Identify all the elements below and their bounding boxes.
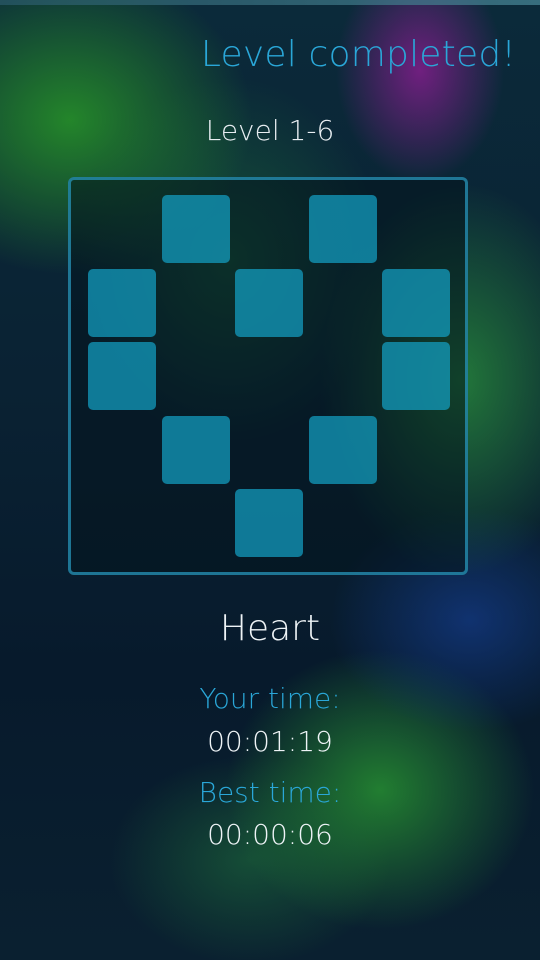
level-completed-title: Level completed! — [200, 34, 516, 75]
best-time-value: 00:00:06 — [207, 818, 333, 851]
your-time-value: 00:01:19 — [207, 725, 333, 758]
puzzle-tile — [88, 342, 156, 410]
puzzle-tile — [88, 268, 156, 337]
best-time-label: Best time: — [198, 776, 342, 809]
top-status-strip — [0, 0, 540, 5]
puzzle-board — [68, 177, 468, 575]
puzzle-tile — [161, 195, 230, 263]
puzzle-tile — [308, 195, 377, 263]
puzzle-tile — [382, 342, 450, 410]
puzzle-name: Heart — [219, 608, 321, 649]
your-time-label: Your time: — [199, 682, 341, 715]
puzzle-tile — [235, 489, 303, 557]
puzzle-tile — [308, 415, 377, 484]
level-label: Level 1-6 — [205, 114, 335, 147]
puzzle-tile — [235, 268, 303, 337]
puzzle-tile — [161, 415, 230, 484]
puzzle-tile — [382, 268, 450, 337]
